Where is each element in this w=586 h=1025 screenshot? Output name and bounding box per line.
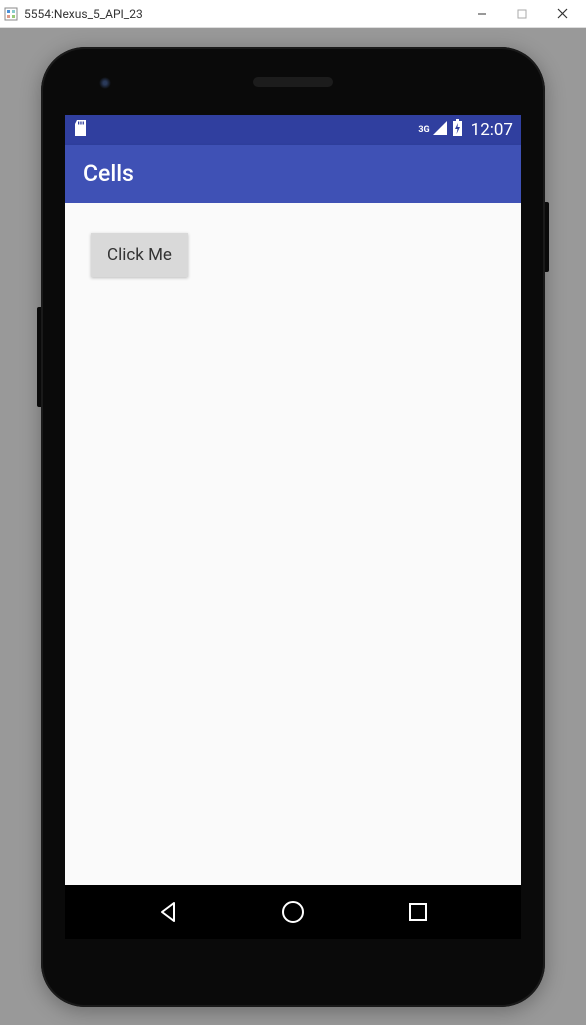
app-bar: Cells (65, 145, 521, 203)
app-content: Click Me (65, 203, 521, 885)
status-bar[interactable]: 3G 12:07 (65, 115, 521, 145)
phone-frame: 3G 12:07 (41, 47, 545, 1007)
speaker-grille (253, 77, 333, 87)
home-button[interactable] (263, 892, 323, 932)
network-type-label: 3G (418, 125, 429, 135)
front-camera (99, 77, 111, 89)
back-button[interactable] (138, 892, 198, 932)
window-title: 5554:Nexus_5_API_23 (24, 7, 143, 21)
app-title: Cells (83, 160, 134, 187)
volume-button[interactable] (37, 307, 41, 407)
battery-icon (452, 119, 463, 140)
window-titlebar: 5554:Nexus_5_API_23 (0, 0, 586, 28)
click-me-button[interactable]: Click Me (91, 233, 188, 277)
close-button[interactable] (542, 2, 582, 26)
recents-button[interactable] (388, 892, 448, 932)
emulator-area: 3G 12:07 (0, 28, 586, 1025)
navigation-bar (65, 885, 521, 939)
maximize-button[interactable] (502, 2, 542, 26)
status-time: 12:07 (471, 120, 513, 140)
phone-screen: 3G 12:07 (65, 115, 521, 939)
sd-card-icon (73, 119, 88, 141)
app-icon (4, 7, 18, 21)
signal-icon (432, 120, 448, 140)
minimize-button[interactable] (462, 2, 502, 26)
power-button[interactable] (545, 202, 549, 272)
